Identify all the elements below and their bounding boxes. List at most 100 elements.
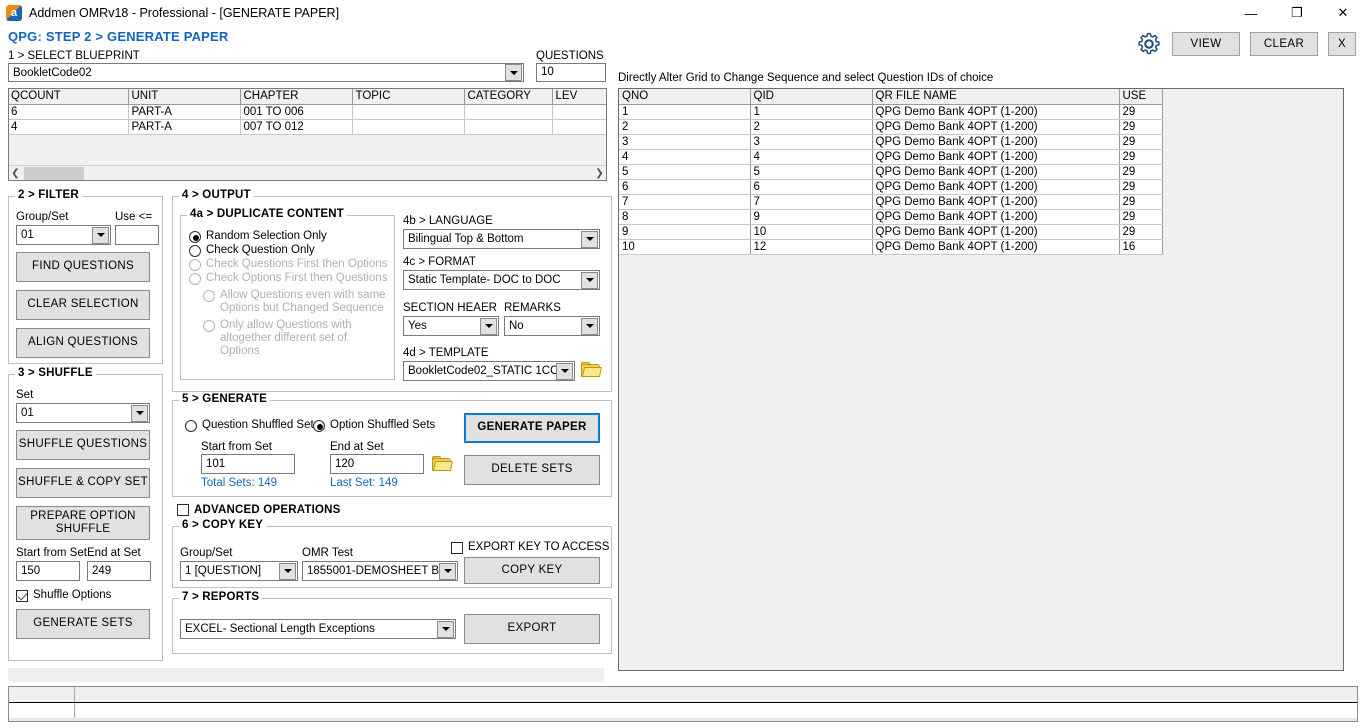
table-cell[interactable]: QPG Demo Bank 4OPT (1-200) bbox=[872, 239, 1120, 255]
question-shuffled-set-radio[interactable]: Question Shuffled Set bbox=[185, 419, 314, 432]
question-row[interactable]: 7 7 QPG Demo Bank 4OPT (1-200) 29 bbox=[619, 194, 1163, 210]
duplicate-content-option-0[interactable]: Random Selection Only bbox=[189, 230, 389, 243]
scrollbar-thumb[interactable] bbox=[24, 166, 84, 180]
export-button[interactable]: EXPORT bbox=[464, 614, 600, 644]
table-cell[interactable]: 29 bbox=[1119, 224, 1163, 240]
column-header-category[interactable]: CATEGORY bbox=[464, 89, 553, 105]
scroll-left-icon[interactable]: ❮ bbox=[9, 168, 22, 179]
chevron-down-icon[interactable] bbox=[581, 271, 598, 289]
clear-button[interactable]: CLEAR bbox=[1250, 32, 1318, 56]
table-cell[interactable]: PART-A bbox=[128, 119, 241, 135]
table-cell[interactable]: 2 bbox=[619, 119, 751, 135]
blueprint-select[interactable]: BookletCode02 bbox=[8, 63, 524, 82]
table-cell[interactable]: 16 bbox=[1119, 239, 1163, 255]
table-cell[interactable]: 4 bbox=[9, 119, 129, 135]
table-cell[interactable]: 1 bbox=[750, 104, 873, 120]
table-cell[interactable]: 10 bbox=[750, 224, 873, 240]
table-cell[interactable]: 6 bbox=[750, 179, 873, 195]
shuffle-options-checkbox[interactable]: Shuffle Options bbox=[16, 589, 111, 602]
table-cell[interactable]: 6 bbox=[9, 104, 129, 120]
restore-icon[interactable]: ❐ bbox=[1274, 0, 1320, 26]
column-header-chapter[interactable]: CHAPTER bbox=[240, 89, 353, 105]
chevron-down-icon[interactable] bbox=[581, 230, 598, 248]
table-cell[interactable]: 7 bbox=[619, 194, 751, 210]
shuffle-copy-set-button[interactable]: SHUFFLE & COPY SET bbox=[16, 468, 150, 498]
table-cell[interactable]: PART-A bbox=[128, 104, 241, 120]
table-cell[interactable]: 29 bbox=[1119, 164, 1163, 180]
remarks-select[interactable]: No bbox=[504, 316, 600, 336]
table-cell[interactable]: 4 bbox=[619, 149, 751, 165]
question-row[interactable]: 1 1 QPG Demo Bank 4OPT (1-200) 29 bbox=[619, 104, 1163, 120]
column-header-use[interactable]: USE bbox=[1119, 89, 1163, 105]
table-cell[interactable]: 29 bbox=[1119, 119, 1163, 135]
table-cell[interactable]: 007 TO 012 bbox=[240, 119, 353, 135]
table-cell[interactable]: QPG Demo Bank 4OPT (1-200) bbox=[872, 194, 1120, 210]
chevron-down-icon[interactable] bbox=[556, 362, 573, 380]
table-cell[interactable]: 5 bbox=[619, 164, 751, 180]
table-cell[interactable]: 1 bbox=[619, 104, 751, 120]
folder-icon[interactable] bbox=[432, 456, 454, 472]
question-row[interactable]: 3 3 QPG Demo Bank 4OPT (1-200) 29 bbox=[619, 134, 1163, 150]
table-cell[interactable] bbox=[552, 119, 606, 135]
question-row[interactable]: 5 5 QPG Demo Bank 4OPT (1-200) 29 bbox=[619, 164, 1163, 180]
table-cell[interactable]: QPG Demo Bank 4OPT (1-200) bbox=[872, 149, 1120, 165]
question-grid[interactable]: QNO QID QR FILE NAME USE 1 1 QPG Demo Bank 4O… bbox=[618, 88, 1344, 671]
table-cell[interactable]: 29 bbox=[1119, 149, 1163, 165]
table-cell[interactable]: 29 bbox=[1119, 179, 1163, 195]
table-cell[interactable]: 2 bbox=[750, 119, 873, 135]
blueprint-horizontal-scrollbar[interactable]: ❮ ❯ bbox=[9, 165, 606, 180]
question-row[interactable]: 8 9 QPG Demo Bank 4OPT (1-200) 29 bbox=[619, 209, 1163, 225]
find-questions-button[interactable]: FIND QUESTIONS bbox=[16, 252, 150, 282]
filter-use-input[interactable] bbox=[115, 225, 159, 245]
table-cell[interactable]: QPG Demo Bank 4OPT (1-200) bbox=[872, 179, 1120, 195]
table-cell[interactable]: 29 bbox=[1119, 134, 1163, 150]
column-header-topic[interactable]: TOPIC bbox=[352, 89, 465, 105]
blueprint-row[interactable]: 6 PART-A 001 TO 006 bbox=[9, 104, 606, 120]
question-row[interactable]: 9 10 QPG Demo Bank 4OPT (1-200) 29 bbox=[619, 224, 1163, 240]
view-button[interactable]: VIEW bbox=[1172, 32, 1240, 56]
table-cell[interactable]: 4 bbox=[750, 149, 873, 165]
table-cell[interactable] bbox=[464, 119, 553, 135]
chevron-down-icon[interactable] bbox=[131, 404, 148, 422]
clear-selection-button[interactable]: CLEAR SELECTION bbox=[16, 290, 150, 320]
column-header-qr-file-name[interactable]: QR FILE NAME bbox=[872, 89, 1120, 105]
align-questions-button[interactable]: ALIGN QUESTIONS bbox=[16, 328, 150, 358]
table-cell[interactable]: 10 bbox=[619, 239, 751, 255]
column-header-qcount[interactable]: QCOUNT bbox=[9, 89, 129, 105]
chevron-down-icon[interactable] bbox=[279, 562, 296, 580]
column-header-qid[interactable]: QID bbox=[750, 89, 873, 105]
prepare-option-shuffle-button[interactable]: PREPARE OPTION SHUFFLE bbox=[16, 506, 150, 540]
table-cell[interactable] bbox=[352, 119, 465, 135]
table-cell[interactable] bbox=[464, 104, 553, 120]
chevron-down-icon[interactable] bbox=[581, 317, 598, 335]
section-header-select[interactable]: Yes bbox=[403, 316, 499, 336]
copy-key-button[interactable]: COPY KEY bbox=[464, 557, 600, 584]
table-cell[interactable]: 001 TO 006 bbox=[240, 104, 353, 120]
chevron-down-icon[interactable] bbox=[480, 317, 497, 335]
table-cell[interactable]: QPG Demo Bank 4OPT (1-200) bbox=[872, 224, 1120, 240]
column-header-qno[interactable]: QNO bbox=[619, 89, 751, 105]
language-select[interactable]: Bilingual Top & Bottom bbox=[403, 229, 600, 249]
option-shuffled-sets-radio[interactable]: Option Shuffled Sets bbox=[313, 419, 435, 432]
chevron-down-icon[interactable] bbox=[439, 562, 456, 580]
chevron-down-icon[interactable] bbox=[505, 64, 522, 81]
table-cell[interactable] bbox=[352, 104, 465, 120]
report-type-select[interactable]: EXCEL- Sectional Length Exceptions bbox=[180, 619, 456, 639]
scroll-right-icon[interactable]: ❯ bbox=[593, 168, 606, 179]
generate-end-input[interactable]: 120 bbox=[330, 454, 424, 474]
shuffle-end-input[interactable]: 249 bbox=[87, 561, 151, 581]
column-header-unit[interactable]: UNIT bbox=[128, 89, 241, 105]
table-cell[interactable]: QPG Demo Bank 4OPT (1-200) bbox=[872, 209, 1120, 225]
omr-test-select[interactable]: 1855001-DEMOSHEET BAR bbox=[302, 561, 458, 581]
table-cell[interactable]: 8 bbox=[619, 209, 751, 225]
question-row[interactable]: 6 6 QPG Demo Bank 4OPT (1-200) 29 bbox=[619, 179, 1163, 195]
question-row[interactable]: 4 4 QPG Demo Bank 4OPT (1-200) 29 bbox=[619, 149, 1163, 165]
gear-icon[interactable] bbox=[1136, 31, 1162, 57]
table-cell[interactable]: 9 bbox=[750, 209, 873, 225]
filter-group-set-select[interactable]: 01 bbox=[16, 225, 111, 245]
table-cell[interactable]: 29 bbox=[1119, 209, 1163, 225]
close-icon[interactable]: ✕ bbox=[1320, 0, 1366, 26]
table-cell[interactable]: 9 bbox=[619, 224, 751, 240]
shuffle-start-input[interactable]: 150 bbox=[16, 561, 80, 581]
generate-paper-button[interactable]: GENERATE PAPER bbox=[464, 413, 600, 443]
